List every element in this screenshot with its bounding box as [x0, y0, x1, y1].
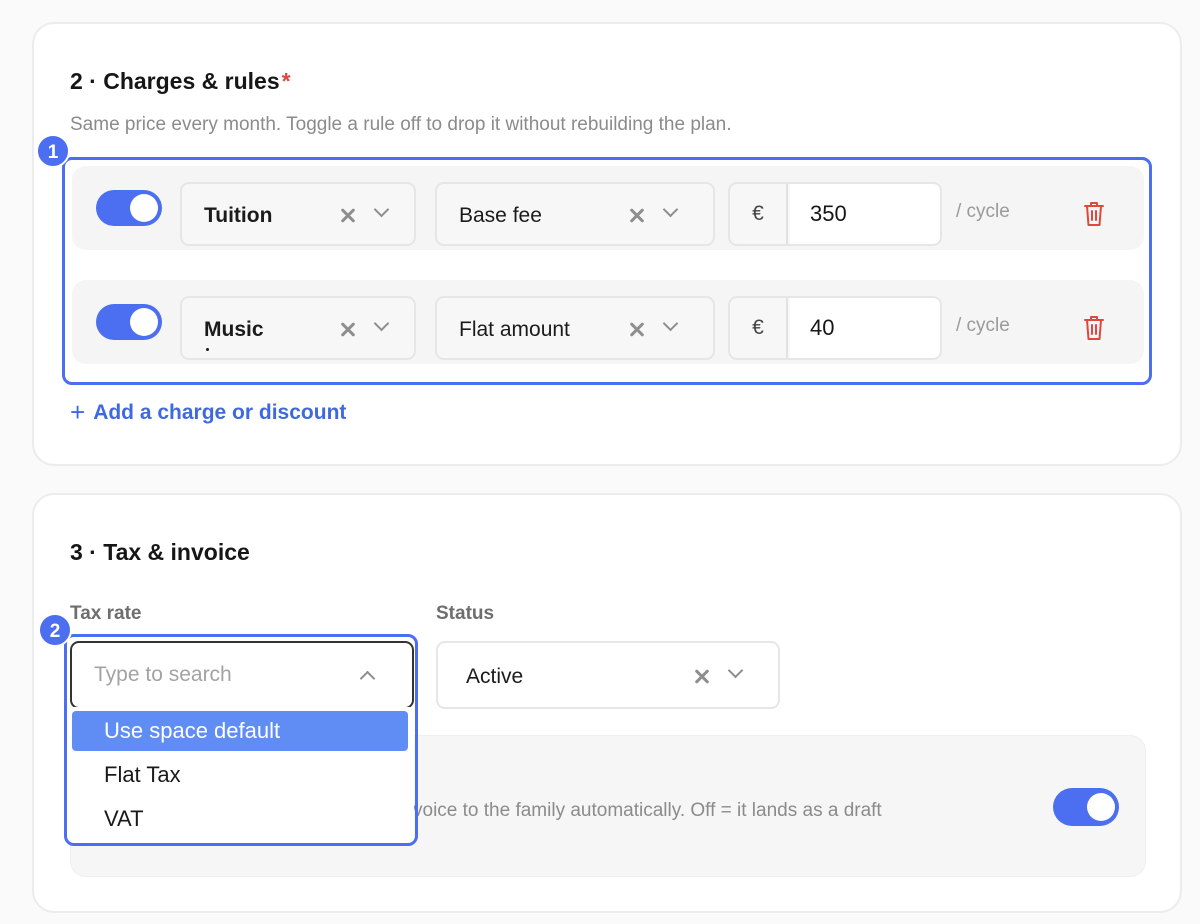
auto-send-toggle[interactable] — [1053, 788, 1119, 826]
add-charge-button[interactable]: + Add a charge or discount — [70, 397, 346, 428]
rule-row: Tuition Base fee € 350 / cycle — [72, 166, 1144, 250]
required-mark: * — [281, 68, 291, 94]
clear-icon[interactable] — [338, 206, 358, 226]
tax-rate-label: Tax rate — [70, 603, 142, 624]
amount-input[interactable]: 40 — [790, 298, 940, 358]
currency-prefix: € — [730, 298, 788, 358]
status-value: Active — [466, 665, 524, 688]
amount-field: € 40 — [728, 296, 942, 360]
annotation-badge: 1 — [36, 134, 70, 168]
text-overflow-mark — [206, 348, 209, 351]
clear-icon[interactable] — [338, 320, 358, 340]
auto-send-description: voice to the family automatically. Off =… — [413, 800, 882, 821]
clear-icon[interactable] — [627, 206, 647, 226]
chevron-up-icon[interactable] — [359, 670, 376, 687]
chevron-down-icon[interactable] — [373, 201, 390, 218]
charges-description: Same price every month. Toggle a rule of… — [70, 114, 732, 135]
trash-icon[interactable] — [1082, 200, 1106, 228]
tax-rate-option[interactable]: VAT — [72, 799, 408, 839]
cycle-suffix: / cycle — [956, 201, 1010, 222]
rule-toggle[interactable] — [96, 304, 162, 340]
add-charge-label: Add a charge or discount — [93, 401, 347, 424]
charges-card: 2 · Charges & rules* Same price every mo… — [32, 22, 1182, 466]
charge-type-select[interactable]: Flat amount — [435, 296, 715, 360]
tax-title: 3 · Tax & invoice — [70, 539, 250, 565]
tax-rate-dropdown: Use space default Flat Tax VAT — [68, 707, 414, 843]
amount-input[interactable]: 350 — [790, 184, 940, 244]
clear-icon[interactable] — [627, 320, 647, 340]
charge-type-select[interactable]: Base fee — [435, 182, 715, 246]
chevron-down-icon[interactable] — [662, 315, 679, 332]
category-select[interactable]: Music — [180, 296, 416, 360]
trash-icon[interactable] — [1082, 314, 1106, 342]
cycle-suffix: / cycle — [956, 315, 1010, 336]
category-select[interactable]: Tuition — [180, 182, 416, 246]
category-value: Music — [204, 318, 264, 341]
rule-row: Music Flat amount € 40 / cycle — [72, 280, 1144, 364]
charge-type-value: Base fee — [459, 204, 542, 227]
clear-icon[interactable] — [692, 667, 712, 687]
plus-icon: + — [70, 397, 86, 427]
status-select[interactable]: Active — [436, 641, 780, 709]
rule-toggle[interactable] — [96, 190, 162, 226]
chevron-down-icon[interactable] — [662, 201, 679, 218]
category-value: Tuition — [204, 204, 273, 227]
charges-title: 2 · Charges & rules* — [70, 68, 291, 94]
charge-type-value: Flat amount — [459, 318, 570, 341]
chevron-down-icon[interactable] — [373, 315, 390, 332]
chevron-down-icon[interactable] — [727, 662, 744, 679]
tax-rate-option[interactable]: Flat Tax — [72, 755, 408, 795]
amount-field: € 350 — [728, 182, 942, 246]
status-label: Status — [436, 603, 495, 624]
tax-rate-search-input[interactable]: Type to search — [70, 641, 414, 709]
currency-prefix: € — [730, 184, 788, 244]
tax-rate-option[interactable]: Use space default — [72, 711, 408, 751]
annotation-badge: 2 — [38, 613, 72, 647]
tax-rate-placeholder: Type to search — [94, 663, 232, 686]
tax-card: 3 · Tax & invoice Tax rate Status Type t… — [32, 493, 1182, 913]
